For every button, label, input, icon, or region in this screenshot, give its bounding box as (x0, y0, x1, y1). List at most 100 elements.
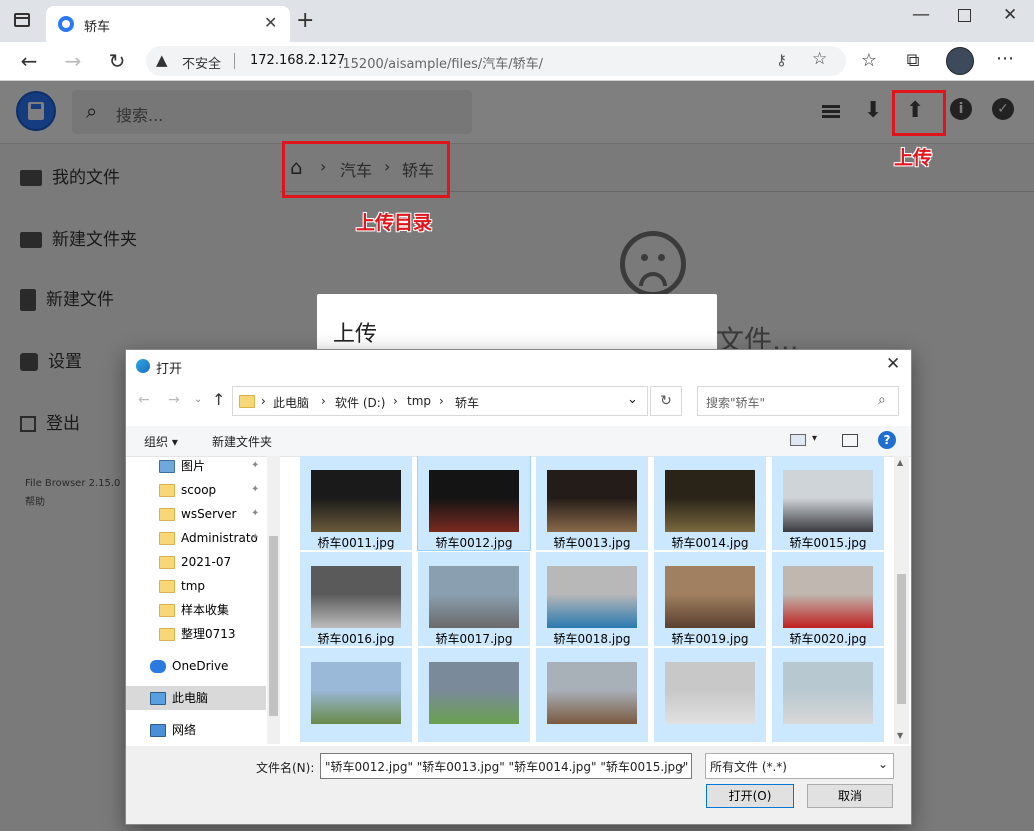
file-thumbnail (665, 470, 755, 532)
nav-item[interactable]: 整理0713 (126, 622, 266, 646)
nav-item[interactable]: 此电脑 (126, 686, 266, 710)
collections-icon[interactable]: ⧉ (898, 46, 928, 76)
help-icon[interactable]: ? (878, 431, 896, 449)
nav-item[interactable]: wsServer ✦ (126, 502, 266, 526)
folder-icon (159, 604, 175, 617)
edge-logo-icon (136, 359, 150, 373)
file-tile[interactable]: 轿车0016.jpg (300, 552, 412, 646)
back-icon[interactable]: ← (14, 46, 44, 76)
nav-item-label: OneDrive (172, 659, 229, 673)
dialog-close-icon[interactable]: ✕ (886, 354, 900, 374)
file-tile[interactable]: 轿车0012.jpg (417, 456, 531, 551)
file-tile[interactable]: 轿车0015.jpg (772, 456, 884, 550)
up-icon[interactable]: ↑ (212, 390, 225, 409)
new-tab-icon[interactable]: + (296, 8, 314, 33)
tab-close-icon[interactable]: ✕ (264, 13, 277, 32)
nav-item[interactable]: tmp (126, 574, 266, 598)
add-favorite-icon[interactable]: ☆ (812, 49, 827, 69)
folder-icon (159, 556, 175, 569)
tab-actions-icon[interactable] (14, 13, 30, 27)
pin-icon: ✦ (251, 460, 260, 471)
grid-scrollbar[interactable]: ▲ ▼ (894, 456, 909, 744)
dialog-forward-icon[interactable]: → (168, 392, 180, 408)
security-label[interactable]: 不安全 (182, 53, 221, 72)
file-grid: 桥车0011.jpg 轿车0012.jpg 轿车0013.jpg 轿车0014.jpg… (288, 456, 893, 744)
filename-value: "轿车0012.jpg" "轿车0013.jpg" "轿车0014.jpg" "… (325, 760, 689, 774)
file-name: 轿车0018.jpg (553, 632, 631, 646)
pictures-icon (159, 460, 175, 473)
nav-item[interactable]: 2021-07 (126, 550, 266, 574)
organize-button[interactable]: 组织 ▾ (144, 433, 178, 450)
nav-item-label: 2021-07 (181, 555, 232, 569)
filename-input[interactable]: "轿车0012.jpg" "轿车0013.jpg" "轿车0014.jpg" "… (320, 753, 692, 779)
preview-pane-icon[interactable] (842, 434, 858, 447)
path-item[interactable]: tmp (407, 394, 431, 408)
favorites-icon[interactable]: ☆ (854, 46, 884, 76)
file-name: 轿车0017.jpg (435, 632, 513, 646)
upload-dir-annotation: 上传目录 (356, 212, 433, 234)
upload-modal-title: 上传 (333, 322, 378, 347)
nav-item[interactable]: 样本收集 (126, 598, 266, 622)
search-icon: ⌕ (878, 392, 886, 408)
folder-icon (159, 628, 175, 641)
open-file-dialog: 打开 ✕ ← → ⌄ ↑ › 此电脑 › 软件 (D:) › tmp › 轿车 … (125, 349, 912, 825)
network-icon (150, 724, 166, 737)
key-icon[interactable]: ⚷ (776, 51, 787, 69)
nav-item[interactable]: Administrato ✦ (126, 526, 266, 550)
browser-tab[interactable]: 轿车 ✕ (46, 6, 290, 42)
nav-item[interactable]: scoop ✦ (126, 478, 266, 502)
file-tile[interactable]: 轿车0018.jpg (536, 552, 648, 646)
file-tile[interactable]: 轿车0013.jpg (536, 456, 648, 550)
path-item[interactable]: 轿车 (455, 394, 479, 411)
file-tile[interactable] (300, 648, 412, 742)
more-icon[interactable]: ⋯ (990, 44, 1020, 74)
minimize-icon[interactable]: — (912, 4, 930, 25)
open-button[interactable]: 打开(O) (706, 784, 794, 808)
file-tile[interactable] (418, 648, 530, 742)
file-tile[interactable]: 轿车0019.jpg (654, 552, 766, 646)
view-options-icon[interactable] (790, 434, 806, 446)
file-tile[interactable]: 桥车0011.jpg (300, 456, 412, 550)
nav-pane: 图片 ✦ scoop ✦ wsServer ✦ Administrato ✦ 2021-07 tm… (126, 456, 281, 744)
file-thumbnail (547, 470, 637, 532)
file-thumbnail (311, 470, 401, 532)
nav-item[interactable]: 网络 (126, 718, 266, 742)
window-close-icon[interactable]: ✕ (1003, 5, 1017, 25)
chevron-down-icon[interactable]: ⌄ (677, 757, 687, 771)
file-name: 轿车0014.jpg (671, 536, 749, 550)
file-thumbnail (311, 662, 401, 724)
path-item[interactable]: 此电脑 (273, 394, 309, 411)
file-tile[interactable]: 轿车0020.jpg (772, 552, 884, 646)
dialog-search-input[interactable]: 搜索"轿车" ⌕ (697, 386, 899, 416)
nav-scrollbar[interactable] (267, 456, 280, 744)
file-tile[interactable]: 轿车0017.jpg (418, 552, 530, 646)
recent-dropdown-icon[interactable]: ⌄ (194, 394, 202, 405)
maximize-icon[interactable] (958, 9, 971, 22)
forward-icon[interactable]: → (58, 46, 88, 76)
refresh-icon[interactable]: ↻ (102, 46, 132, 76)
file-name: 轿车0013.jpg (553, 536, 631, 550)
cancel-button[interactable]: 取消 (807, 784, 893, 808)
file-tile[interactable] (654, 648, 766, 742)
filetype-select[interactable]: 所有文件 (*.*) ⌄ (705, 753, 894, 779)
file-thumbnail (429, 662, 519, 724)
nav-item[interactable]: OneDrive (126, 654, 266, 678)
new-folder-button[interactable]: 新建文件夹 (212, 433, 272, 450)
chevron-down-icon[interactable]: ⌄ (878, 757, 888, 771)
view-dropdown-icon[interactable]: ▾ (812, 433, 817, 444)
omnibox[interactable]: ▲ 不安全 172.168.2.127 :15200/aisample/file… (146, 46, 846, 76)
path-bar[interactable]: › 此电脑 › 软件 (D:) › tmp › 轿车 ⌄ (232, 386, 648, 416)
search-placeholder: 搜索"轿车" (706, 396, 766, 410)
nav-item-label: 整理0713 (181, 627, 236, 641)
chevron-down-icon[interactable]: ⌄ (627, 392, 638, 407)
dialog-back-icon[interactable]: ← (138, 392, 150, 408)
refresh-button[interactable]: ↻ (650, 386, 682, 416)
file-tile[interactable] (536, 648, 648, 742)
profile-avatar[interactable] (946, 47, 974, 75)
path-item[interactable]: 软件 (D:) (335, 394, 385, 411)
file-tile[interactable] (772, 648, 884, 742)
dialog-footer: 文件名(N): "轿车0012.jpg" "轿车0013.jpg" "轿车001… (126, 746, 911, 824)
file-thumbnail (665, 566, 755, 628)
nav-item[interactable]: 图片 ✦ (126, 456, 266, 478)
file-tile[interactable]: 轿车0014.jpg (654, 456, 766, 550)
